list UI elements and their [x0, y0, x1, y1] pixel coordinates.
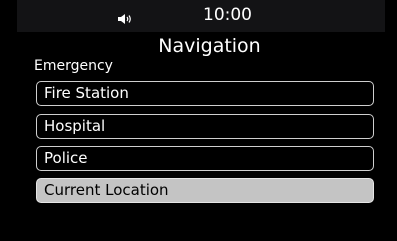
page-title: Navigation	[158, 35, 261, 57]
clock: 10:00	[203, 5, 252, 25]
navigation-screen: 10:00 Navigation Emergency Fire Station …	[0, 0, 397, 241]
menu-item-current-location[interactable]: Current Location	[36, 178, 374, 203]
menu-item-hospital[interactable]: Hospital	[36, 114, 374, 139]
speaker-icon	[117, 10, 133, 24]
menu-item-fire-station[interactable]: Fire Station	[36, 81, 374, 106]
status-bar: 10:00	[17, 0, 385, 32]
section-label: Emergency	[34, 58, 113, 74]
menu-item-police[interactable]: Police	[36, 146, 374, 171]
